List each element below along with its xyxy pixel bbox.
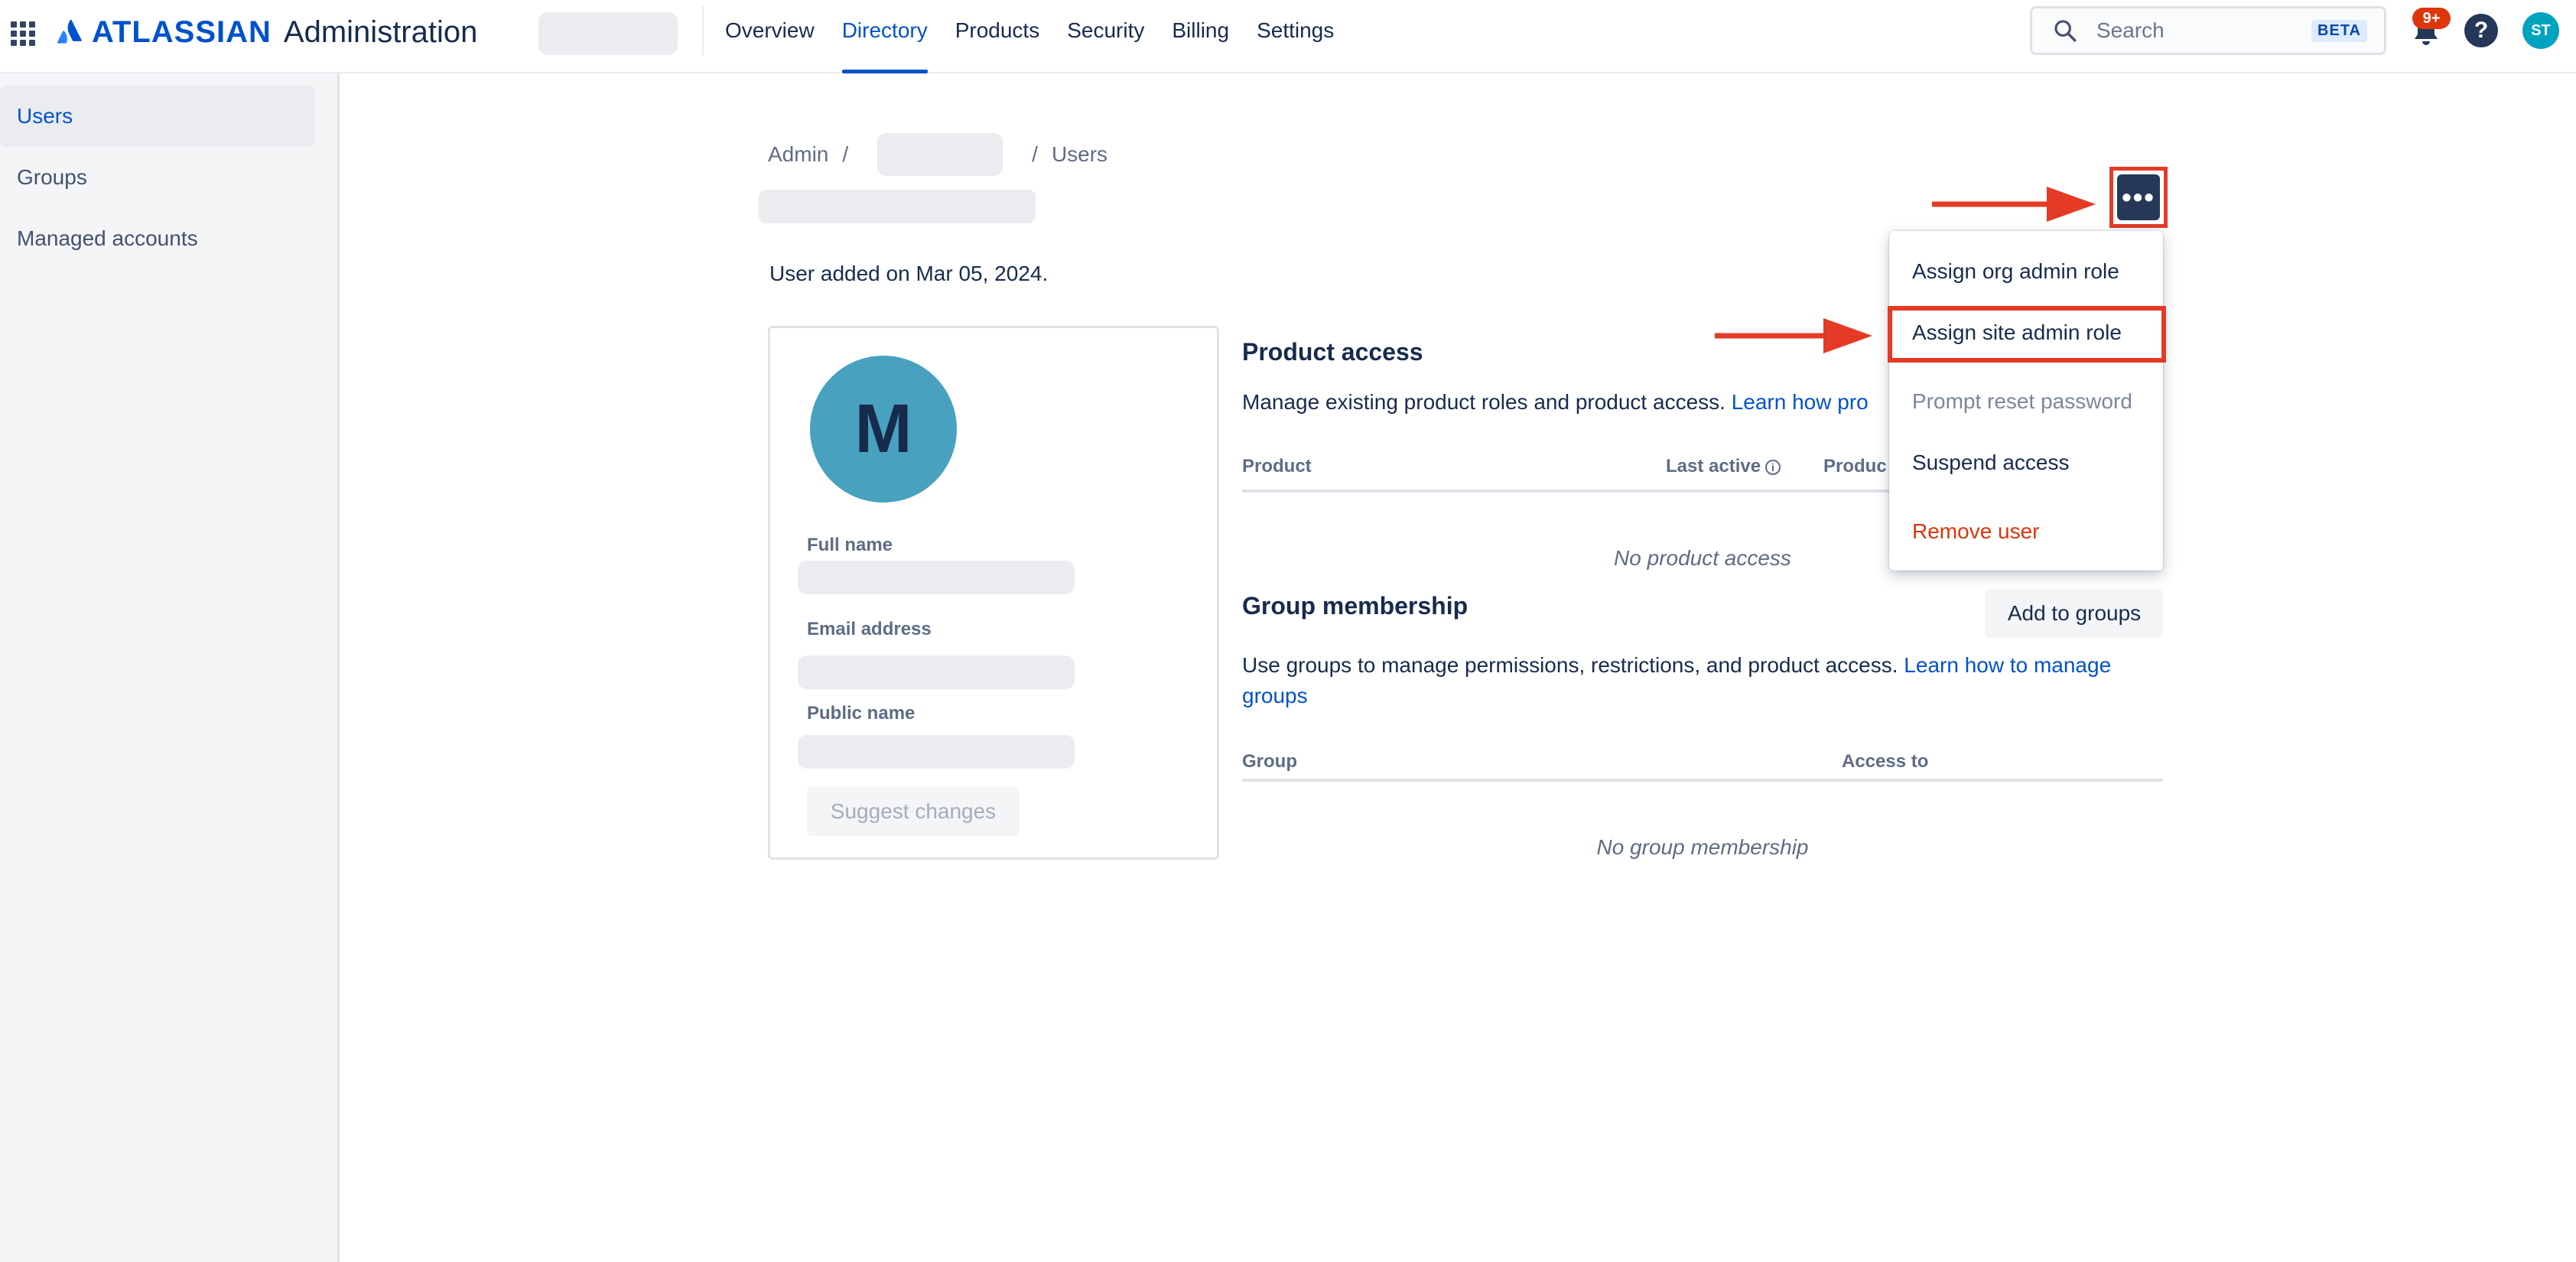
more-actions-button[interactable]: •••	[2117, 174, 2160, 220]
table-divider	[1242, 490, 1889, 493]
breadcrumb-admin[interactable]: Admin	[768, 142, 828, 167]
column-header-last-active: Last active i	[1666, 456, 1781, 477]
help-icon[interactable]: ?	[2464, 14, 2498, 47]
full-name-value	[798, 561, 1075, 594]
menu-item-prompt-reset-password: Prompt reset password	[1912, 389, 2132, 413]
menu-item-remove-user[interactable]: Remove user	[1889, 505, 2163, 558]
product-name: Administration	[283, 15, 478, 49]
annotation-arrow-icon	[1932, 187, 2096, 222]
email-address-label: Email address	[807, 619, 932, 639]
profile-card: M Full name Email address Public name Su…	[768, 326, 1219, 860]
menu-item-suspend-access[interactable]: Suspend access	[1889, 436, 2163, 490]
annotation-arrow-icon	[1715, 318, 1872, 353]
sidebar-item-managed-accounts[interactable]: Managed accounts	[0, 208, 315, 269]
atlassian-logo[interactable]: ATLASSIAN Administration	[57, 14, 477, 50]
add-to-groups-button[interactable]: Add to groups	[1986, 589, 2163, 638]
breadcrumb-users[interactable]: Users	[1052, 142, 1107, 167]
suggest-changes-button[interactable]: Suggest changes	[807, 787, 1020, 836]
email-address-value	[798, 655, 1075, 689]
nav-divider	[702, 6, 704, 55]
notifications-count-badge: 9+	[2412, 8, 2451, 29]
beta-badge: BETA	[2311, 19, 2367, 42]
search-input[interactable]: Search BETA	[2030, 6, 2386, 55]
public-name-label: Public name	[807, 703, 916, 724]
breadcrumb: Admin / / Users	[768, 133, 1107, 176]
group-membership-description: Use groups to manage permissions, restri…	[1242, 650, 2163, 711]
group-learn-link[interactable]: Learn how to manage	[1904, 653, 2111, 677]
public-name-value	[798, 735, 1075, 769]
assign-site-admin-highlight	[1888, 306, 2166, 363]
last-active-label: Last active	[1666, 456, 1761, 477]
user-actions-menu: Assign org admin role Assign site admin …	[1889, 231, 2163, 571]
table-divider	[1242, 779, 2163, 782]
sidebar: Users Groups Managed accounts	[0, 73, 340, 1262]
more-actions-highlight: •••	[2109, 167, 2168, 228]
tab-products[interactable]: Products	[942, 0, 1054, 73]
product-access-learn-link[interactable]: Learn how pro	[1732, 390, 1869, 414]
profile-avatar: M	[810, 356, 957, 503]
tab-security[interactable]: Security	[1053, 0, 1158, 73]
organization-selector[interactable]	[538, 12, 678, 55]
info-icon[interactable]: i	[1765, 459, 1781, 475]
group-membership-text: Use groups to manage permissions, restri…	[1242, 653, 1898, 677]
group-learn-link-continued[interactable]: groups	[1242, 684, 1308, 707]
app-switcher-icon[interactable]	[9, 20, 35, 46]
brand-name: ATLASSIAN	[92, 15, 272, 49]
column-header-access-to: Access to	[1842, 751, 1929, 772]
breadcrumb-org-placeholder[interactable]	[877, 133, 1003, 176]
tab-overview[interactable]: Overview	[711, 0, 828, 73]
breadcrumb-separator: /	[842, 142, 849, 166]
atlassian-mark-icon	[57, 19, 82, 44]
user-avatar[interactable]: ST	[2522, 12, 2559, 49]
group-membership-title: Group membership	[1242, 592, 1469, 620]
top-navigation: ATLASSIAN Administration Overview Direct…	[0, 0, 2576, 73]
product-access-text: Manage existing product roles and produc…	[1242, 390, 1725, 414]
tab-settings[interactable]: Settings	[1243, 0, 1348, 73]
product-access-description: Manage existing product roles and produc…	[1242, 387, 1892, 418]
menu-item-assign-org-admin[interactable]: Assign org admin role	[1889, 245, 2163, 298]
main-tabs: Overview Directory Products Security Bil…	[711, 0, 1348, 73]
no-group-membership-message: No group membership	[1596, 835, 1809, 859]
column-header-product: Product	[1242, 456, 1312, 477]
product-access-title: Product access	[1242, 338, 1423, 366]
page-title-placeholder	[759, 190, 1036, 223]
tab-directory[interactable]: Directory	[828, 0, 942, 73]
full-name-label: Full name	[807, 535, 893, 555]
sidebar-item-users[interactable]: Users	[0, 86, 315, 147]
column-header-product-role: Produc	[1823, 456, 1887, 477]
search-placeholder: Search	[2096, 18, 2165, 42]
user-added-date: User added on Mar 05, 2024.	[769, 262, 1049, 285]
search-icon	[2054, 20, 2077, 42]
sidebar-item-groups[interactable]: Groups	[0, 147, 315, 208]
breadcrumb-separator: /	[1032, 142, 1038, 166]
column-header-group: Group	[1242, 751, 1297, 772]
tab-billing[interactable]: Billing	[1158, 0, 1243, 73]
